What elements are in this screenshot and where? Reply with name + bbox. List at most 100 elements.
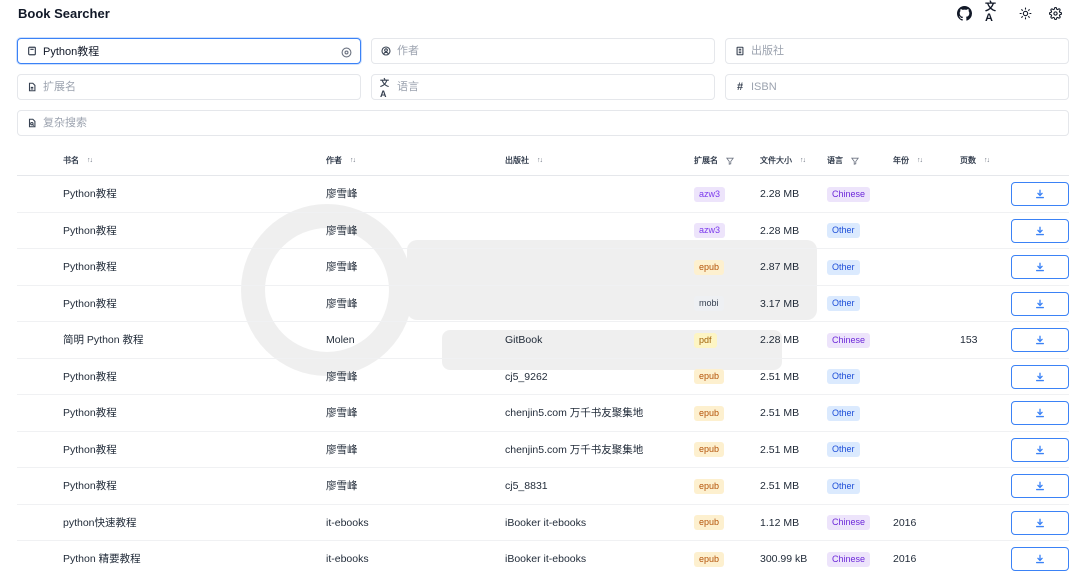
download-icon (1036, 226, 1044, 235)
column-language[interactable]: 语言 (827, 155, 859, 166)
cell-year: 2016 (893, 553, 917, 565)
cell-language: Other (827, 213, 860, 249)
download-button[interactable] (1011, 510, 1069, 535)
column-filesize-label: 文件大小 (760, 156, 792, 165)
book-name-input[interactable] (43, 42, 333, 60)
extension-badge: epub (694, 259, 725, 275)
app-title: Book Searcher (18, 6, 110, 21)
gear-icon[interactable] (1046, 4, 1064, 22)
column-year[interactable]: 年份 ↑↓ (893, 155, 923, 166)
extension-badge: azw3 (694, 223, 726, 239)
sort-icon[interactable]: ↑↓ (87, 157, 93, 164)
publisher-input[interactable] (751, 42, 1051, 60)
cell-publisher: chenjin5.com 万千书友聚集地 (505, 407, 644, 419)
language-field[interactable]: 文A (371, 74, 715, 100)
publisher-field[interactable] (725, 38, 1069, 64)
download-button[interactable] (1011, 364, 1069, 389)
extension-badge: epub (694, 551, 725, 567)
complex-search-input[interactable] (43, 114, 1043, 132)
cell-title: python快速教程 (63, 516, 137, 529)
language-badge: Chinese (827, 551, 871, 567)
user-circle-icon (380, 45, 392, 57)
download-button[interactable] (1011, 291, 1069, 316)
cell-publisher: iBooker it-ebooks (505, 553, 587, 565)
author-field[interactable] (371, 38, 715, 64)
cell-title: Python教程 (63, 297, 117, 310)
download-button[interactable] (1011, 547, 1069, 571)
author-input[interactable] (397, 42, 697, 60)
filter-icon[interactable] (851, 157, 859, 165)
download-button[interactable] (1011, 437, 1069, 462)
complex-search-field[interactable] (17, 110, 1069, 136)
column-author-label: 作者 (326, 156, 342, 165)
translate-small-icon: 文A (380, 77, 390, 99)
isbn-input[interactable] (751, 78, 1051, 96)
cell-language: Other (827, 249, 860, 285)
cell-language: Chinese (827, 541, 871, 575)
column-title[interactable]: 书名 ↑↓ (63, 155, 93, 166)
cell-title: Python教程 (63, 370, 117, 383)
cell-extension: mobi (694, 286, 724, 322)
table-row: Python教程 廖雪峰 cj5_8831 2.51 MB epub Other (17, 468, 1069, 505)
download-icon (1036, 299, 1044, 308)
sort-icon[interactable]: ↑↓ (917, 157, 923, 164)
book-name-field[interactable] (17, 38, 361, 64)
clear-icon[interactable] (341, 45, 353, 58)
book-icon (26, 45, 38, 57)
cell-year: 2016 (893, 516, 917, 529)
app-header: Book Searcher 文A (0, 0, 1080, 28)
download-button[interactable] (1011, 401, 1069, 425)
cell-publisher: GitBook (505, 334, 543, 346)
language-badge: Chinese (827, 186, 871, 202)
table-row: Python教程 廖雪峰 2.28 MB azw3 Chinese (17, 176, 1069, 213)
cell-filesize: 2.28 MB (760, 334, 800, 346)
extension-field[interactable] (17, 74, 361, 100)
cell-filesize: 2.28 MB (760, 224, 800, 237)
sort-icon[interactable]: ↑↓ (984, 157, 990, 164)
table-row: Python教程 廖雪峰 2.87 MB epub Other (17, 249, 1069, 286)
column-filesize[interactable]: 文件大小 ↑↓ (760, 155, 806, 166)
sort-icon[interactable]: ↑↓ (800, 157, 806, 164)
cell-language: Other (827, 359, 860, 395)
cell-extension: epub (694, 249, 725, 285)
cell-extension: epub (694, 541, 725, 575)
table-body: Python教程 廖雪峰 2.28 MB azw3 Chinese Python教程 廖雪峰… (17, 176, 1069, 575)
translate-glyph: 文A (985, 1, 996, 24)
extension-badge: azw3 (694, 186, 726, 202)
isbn-field[interactable]: # (725, 74, 1069, 100)
sort-icon[interactable]: ↑↓ (537, 157, 543, 164)
cell-filesize: 2.51 MB (760, 370, 800, 383)
extension-badge: epub (694, 515, 725, 531)
extension-input[interactable] (43, 78, 343, 96)
github-icon[interactable] (955, 4, 973, 22)
sort-icon[interactable]: ↑↓ (350, 157, 356, 164)
translate-icon[interactable]: 文A (985, 1, 1003, 24)
column-language-label: 语言 (827, 156, 843, 165)
download-button[interactable] (1011, 474, 1069, 498)
download-button[interactable] (1011, 218, 1069, 243)
sun-icon[interactable] (1016, 4, 1034, 22)
column-pages[interactable]: 页数 ↑↓ (960, 155, 990, 166)
cell-author: 廖雪峰 (326, 407, 358, 419)
extension-badge: epub (694, 405, 725, 421)
download-button[interactable] (1011, 255, 1069, 279)
extension-badge: mobi (694, 296, 724, 312)
table-row: Python 精要教程 it-ebooks iBooker it-ebooks 300… (17, 541, 1069, 575)
cell-filesize: 3.17 MB (760, 297, 800, 310)
column-author[interactable]: 作者 ↑↓ (326, 155, 356, 166)
cell-author: 廖雪峰 (326, 297, 358, 310)
language-input[interactable] (397, 78, 697, 96)
download-icon (1036, 481, 1044, 491)
filter-icon[interactable] (726, 157, 734, 165)
cell-filesize: 2.28 MB (760, 188, 800, 200)
table-header: 书名 ↑↓ 作者 ↑↓ 出版社 ↑↓ 扩展名 文件大小 ↑↓ 语言 年份 ↑↓ 页数 ↑↓ (17, 146, 1069, 176)
cell-title: Python教程 (63, 188, 117, 200)
download-button[interactable] (1011, 328, 1069, 352)
column-publisher[interactable]: 出版社 ↑↓ (505, 155, 543, 166)
column-extension[interactable]: 扩展名 (694, 155, 734, 166)
file-icon (26, 81, 38, 93)
cell-filesize: 2.51 MB (760, 407, 800, 419)
cell-filesize: 2.51 MB (760, 480, 800, 492)
cell-author: it-ebooks (326, 516, 369, 529)
download-button[interactable] (1011, 182, 1069, 206)
